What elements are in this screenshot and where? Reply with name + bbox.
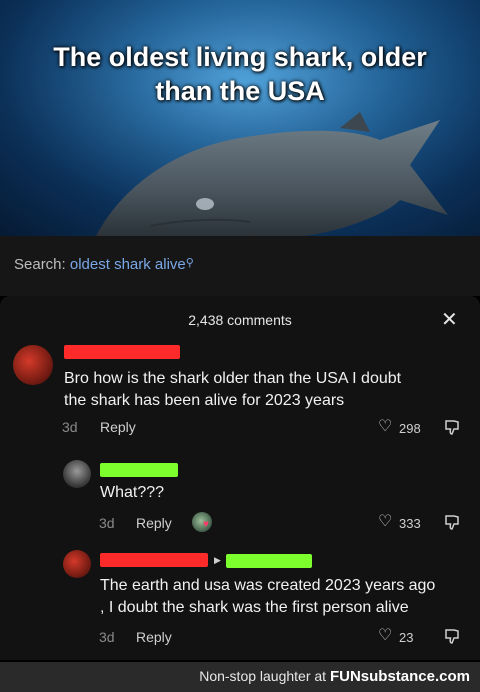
avatar[interactable] bbox=[13, 345, 53, 385]
reply-button[interactable]: Reply bbox=[100, 419, 136, 435]
comment-text: What??? bbox=[100, 484, 165, 501]
shark-image bbox=[0, 0, 480, 236]
creator-heart-icon: ♥ bbox=[192, 512, 212, 532]
watermark-prefix: Non-stop laughter at bbox=[199, 668, 330, 684]
like-count: 333 bbox=[399, 516, 421, 531]
hero-title: The oldest living shark, older than the … bbox=[53, 42, 427, 106]
avatar[interactable] bbox=[63, 550, 91, 578]
like-count: 23 bbox=[399, 630, 414, 645]
dislike-icon[interactable] bbox=[443, 418, 461, 436]
comment-age: 3d bbox=[99, 515, 115, 531]
dislike-icon[interactable] bbox=[443, 513, 461, 531]
comment-text: Bro how is the shark older than the USA … bbox=[64, 370, 402, 409]
comment-age: 3d bbox=[99, 629, 115, 645]
search-label: Search: bbox=[14, 256, 70, 273]
search-suggestion[interactable]: Search: oldest shark alive⚲ bbox=[14, 256, 194, 273]
dislike-icon[interactable] bbox=[443, 627, 461, 645]
comments-count: 2,438 comments bbox=[188, 312, 292, 328]
heart-icon[interactable]: ♡ bbox=[378, 628, 392, 644]
search-icon: ⚲ bbox=[185, 257, 194, 269]
comment-text: The earth and usa was created 2023 years… bbox=[100, 577, 436, 616]
hero-image: The oldest living shark, older than the … bbox=[0, 0, 480, 236]
watermark-brand: FUNsubstance.com bbox=[329, 668, 470, 685]
avatar[interactable] bbox=[63, 460, 91, 488]
redacted-username bbox=[64, 345, 180, 359]
redacted-username bbox=[100, 463, 178, 477]
redacted-username bbox=[226, 554, 312, 568]
close-icon[interactable]: ✕ bbox=[441, 310, 458, 330]
reply-button[interactable]: Reply bbox=[136, 515, 172, 531]
heart-icon[interactable]: ♡ bbox=[378, 514, 392, 530]
heart-icon[interactable]: ♡ bbox=[378, 419, 392, 435]
reply-button[interactable]: Reply bbox=[136, 629, 172, 645]
comment-age: 3d bbox=[62, 419, 78, 435]
reply-arrow-icon: ▶ bbox=[214, 555, 221, 565]
redacted-username bbox=[100, 553, 208, 567]
watermark-text: Non-stop laughter at FUNsubstance.com bbox=[199, 668, 470, 685]
search-query[interactable]: oldest shark alive bbox=[70, 256, 186, 273]
like-count: 298 bbox=[399, 421, 421, 436]
